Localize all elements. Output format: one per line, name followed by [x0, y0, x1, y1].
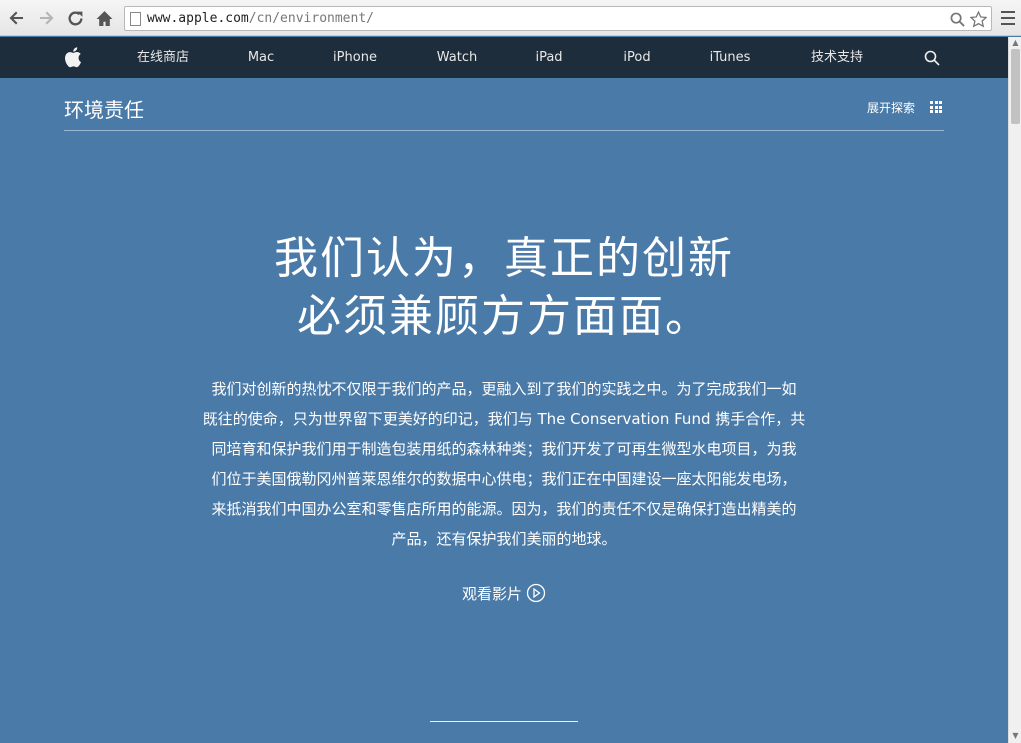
- forward-icon[interactable]: [34, 6, 58, 30]
- divider: [64, 130, 944, 131]
- body-line: 同培育和保护我们用于制造包装用纸的森林种类；我们开发了可再生微型水电项目，为我: [211, 440, 797, 458]
- url-host: www.apple.com: [147, 11, 249, 26]
- nav-mac[interactable]: Mac: [248, 37, 274, 78]
- back-icon[interactable]: [5, 6, 29, 30]
- body-line: 产品，还有保护我们美丽的地球。: [391, 530, 617, 548]
- nav-ipad[interactable]: iPad: [535, 37, 562, 78]
- section-title[interactable]: 环境责任: [64, 94, 144, 123]
- scroll-up-icon[interactable]: ▲: [1011, 38, 1020, 48]
- home-icon[interactable]: [92, 6, 116, 30]
- grid-icon[interactable]: [930, 101, 942, 113]
- menu-icon[interactable]: [998, 8, 1018, 28]
- nav-iphone[interactable]: iPhone: [333, 37, 377, 78]
- hero-headline: 我们认为，真正的创新 必须兼顾方方面面。: [0, 230, 1008, 346]
- main-content: 环境责任 展开探索 我们认为，真正的创新 必须兼顾方方面面。 我们对创新的热忱不…: [0, 78, 1008, 743]
- address-bar[interactable]: www.apple.com/cn/environment/: [124, 6, 992, 31]
- nav-store[interactable]: 在线商店: [137, 37, 189, 78]
- headline-line-1: 我们认为，真正的创新: [274, 233, 734, 284]
- nav-watch[interactable]: Watch: [437, 37, 477, 78]
- search-icon[interactable]: [924, 50, 940, 66]
- play-icon[interactable]: [526, 583, 546, 603]
- scroll-down-icon[interactable]: ▼: [1011, 731, 1020, 741]
- zoom-icon[interactable]: [947, 9, 967, 29]
- star-icon[interactable]: [968, 9, 988, 29]
- scroll-thumb[interactable]: [1011, 49, 1020, 124]
- scrollbar[interactable]: ▲ ▼: [1008, 37, 1021, 743]
- nav-ipod[interactable]: iPod: [623, 37, 650, 78]
- bottom-divider: [430, 721, 578, 722]
- headline-line-2: 必须兼顾方方面面。: [297, 291, 711, 342]
- body-line: 既往的使命，只为世界留下更美好的印记，我们与 The Conservation …: [202, 410, 806, 428]
- nav-support[interactable]: 技术支持: [811, 37, 863, 78]
- watch-film-link[interactable]: 观看影片: [0, 583, 1008, 604]
- explore-link[interactable]: 展开探索: [867, 99, 915, 116]
- apple-logo-icon[interactable]: [64, 46, 82, 68]
- body-line: 来抵消我们中国办公室和零售店所用的能源。因为，我们的责任不仅是确保打造出精美的: [211, 500, 797, 518]
- page-icon: [130, 12, 141, 26]
- browser-toolbar: www.apple.com/cn/environment/: [0, 0, 1021, 36]
- global-nav: 在线商店 Mac iPhone Watch iPad iPod iTunes 技…: [0, 37, 1008, 78]
- hero-body: 我们对创新的热忱不仅限于我们的产品，更融入到了我们的实践之中。为了完成我们一如 …: [168, 374, 840, 554]
- watch-film-label[interactable]: 观看影片: [462, 585, 522, 603]
- nav-itunes[interactable]: iTunes: [710, 37, 751, 78]
- reload-icon[interactable]: [63, 6, 87, 30]
- url-path: /cn/environment/: [248, 11, 374, 26]
- body-line: 我们对创新的热忱不仅限于我们的产品，更融入到了我们的实践之中。为了完成我们一如: [211, 380, 797, 398]
- body-line: 们位于美国俄勒冈州普莱恩维尔的数据中心供电；我们正在中国建设一座太阳能发电场，: [211, 470, 797, 488]
